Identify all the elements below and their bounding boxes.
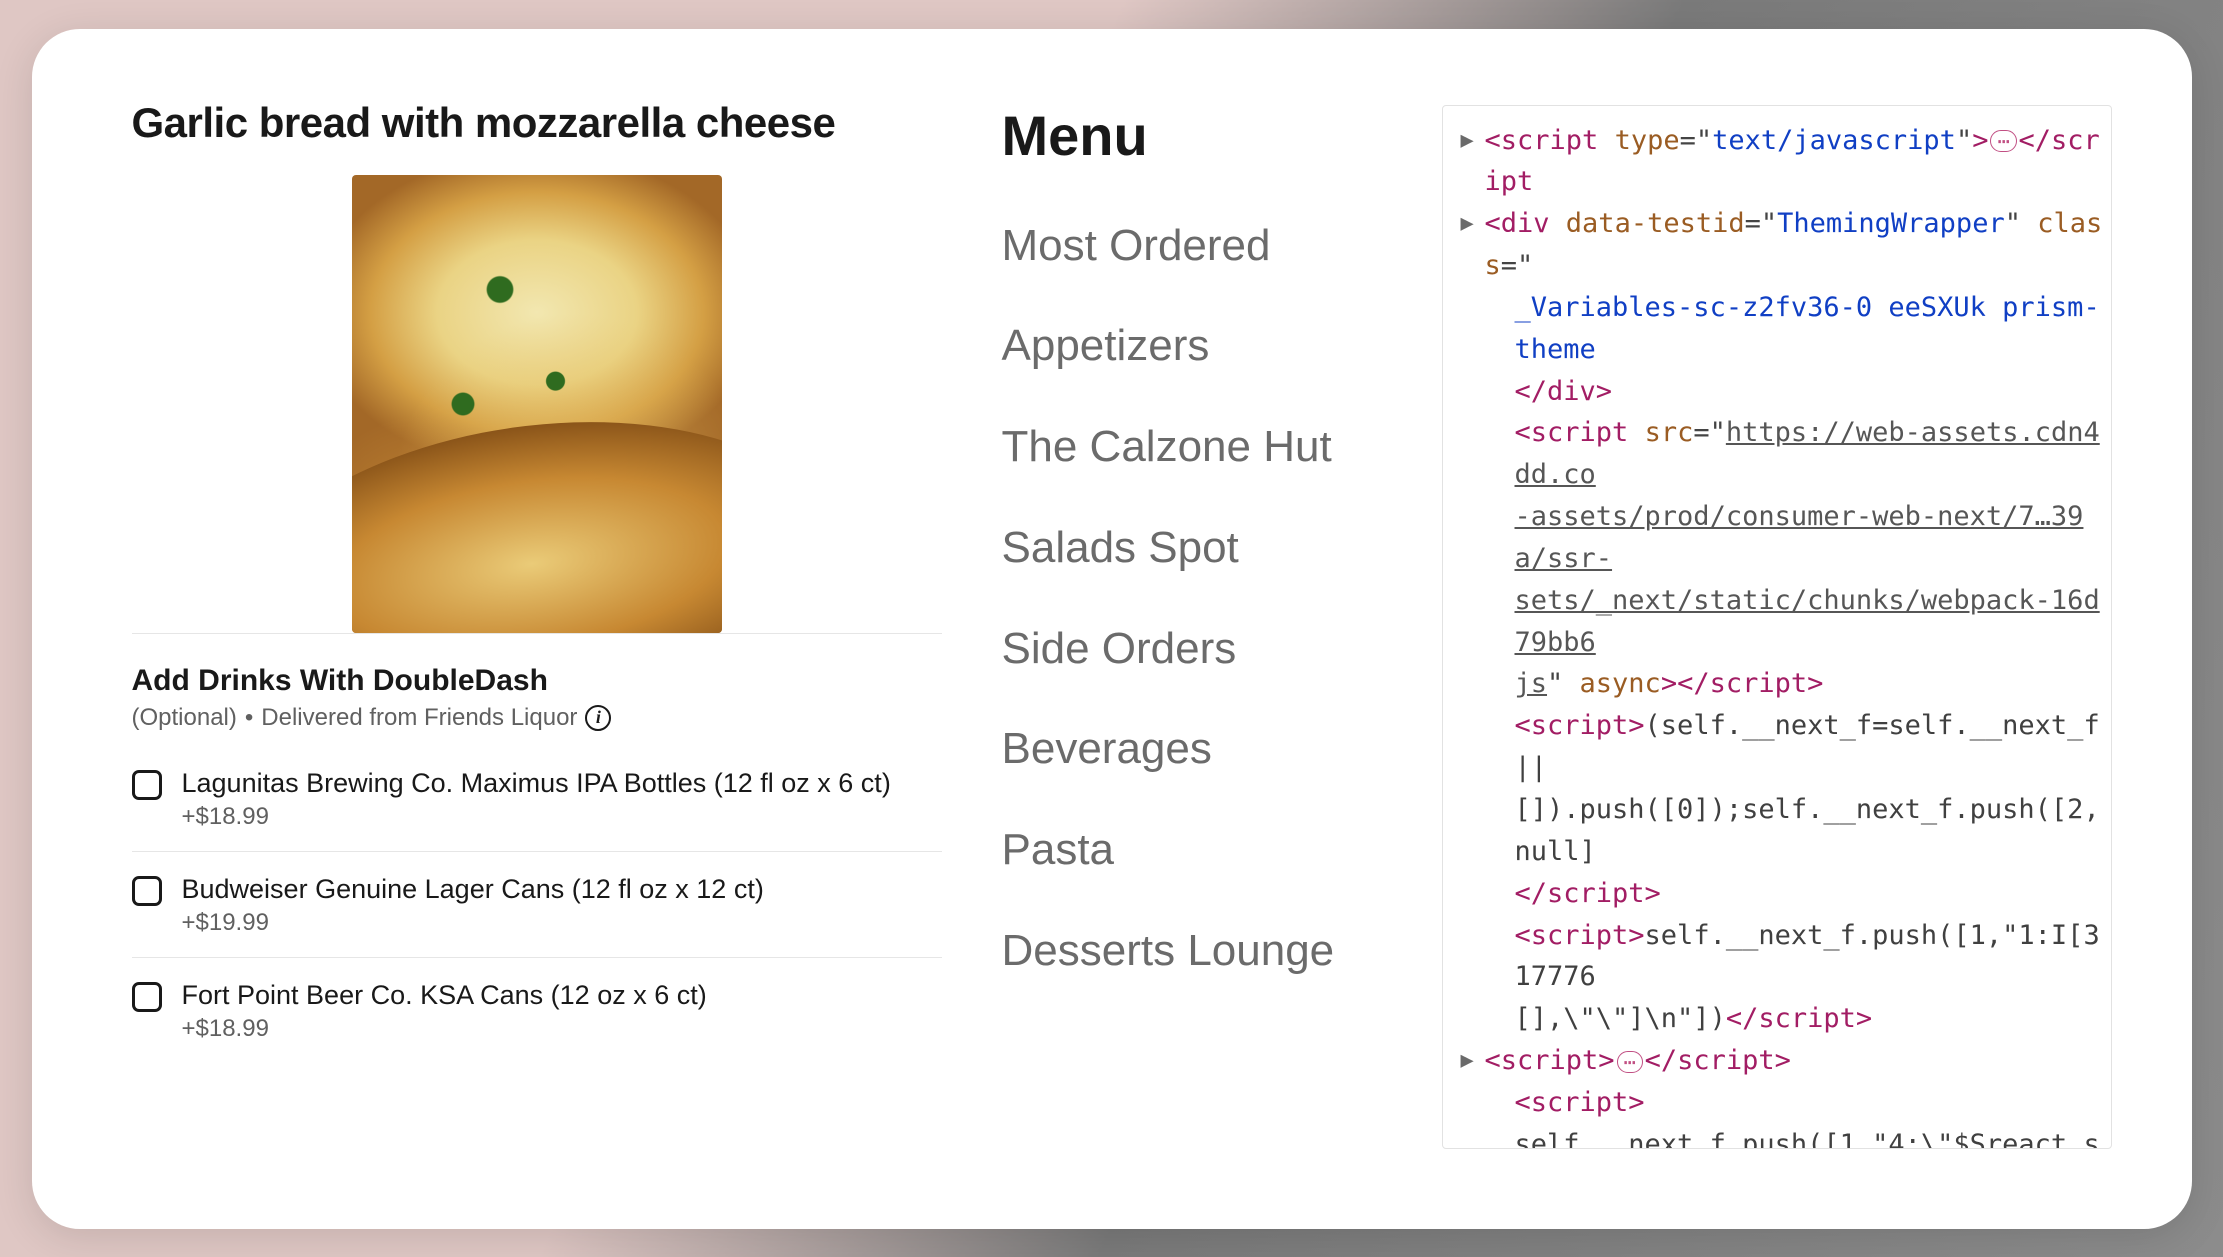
- code-line[interactable]: ▶-assets/prod/consumer-web-next/7…39a/ss…: [1443, 496, 2111, 580]
- code-line[interactable]: ▶<script>⋯</script>: [1443, 1040, 2111, 1082]
- addon-checkbox[interactable]: [132, 982, 162, 1012]
- code-content: self.__next_f.push([1,"4:\"$Sreact.suspe…: [1515, 1124, 2111, 1149]
- code-line[interactable]: ▶self.__next_f.push([1,"4:\"$Sreact.susp…: [1443, 1124, 2111, 1149]
- devtools-panel[interactable]: ▶<script type="text/javascript">⋯</scrip…: [1442, 105, 2112, 1149]
- code-content: []).push([0]);self.__next_f.push([2,null…: [1515, 789, 2111, 873]
- addon-name: Lagunitas Brewing Co. Maximus IPA Bottle…: [182, 766, 891, 801]
- code-content: <script>: [1515, 1082, 1645, 1124]
- code-content: <div data-testid="ThemingWrapper" class=…: [1485, 203, 2111, 287]
- menu-item[interactable]: Salads Spot: [1002, 498, 1382, 599]
- menu-heading: Menu: [1002, 103, 1382, 168]
- code-line[interactable]: ▶<script>(self.__next_f=self.__next_f||: [1443, 705, 2111, 789]
- expand-caret-icon[interactable]: ▶: [1461, 203, 1485, 241]
- presentation-card: Garlic bread with mozzarella cheese Add …: [32, 29, 2192, 1229]
- code-line[interactable]: ▶_Variables-sc-z2fv36-0 eeSXUk prism-the…: [1443, 287, 2111, 371]
- addon-name: Budweiser Genuine Lager Cans (12 fl oz x…: [182, 872, 764, 907]
- code-line[interactable]: ▶</div>: [1443, 371, 2111, 413]
- code-content: <script>⋯</script>: [1485, 1040, 1791, 1082]
- code-content: </div>: [1515, 371, 1613, 413]
- addons-subheading: (Optional) • Delivered from Friends Liqu…: [132, 704, 942, 732]
- addon-checkbox[interactable]: [132, 876, 162, 906]
- addon-checkbox[interactable]: [132, 770, 162, 800]
- addons-optional: (Optional): [132, 704, 237, 732]
- menu-item[interactable]: Desserts Lounge: [1002, 901, 1382, 1002]
- addons-section: Add Drinks With DoubleDash (Optional) • …: [132, 664, 942, 1063]
- menu-item[interactable]: Appetizers: [1002, 296, 1382, 397]
- addon-price: +$18.99: [182, 1015, 707, 1043]
- addon-price: +$19.99: [182, 909, 764, 937]
- addon-price: +$18.99: [182, 803, 891, 831]
- code-content: <script type="text/javascript">⋯</script: [1485, 120, 2111, 204]
- code-content: _Variables-sc-z2fv36-0 eeSXUk prism-them…: [1515, 287, 2111, 371]
- info-icon[interactable]: i: [585, 705, 611, 731]
- code-line[interactable]: ▶js" async></script>: [1443, 663, 2111, 705]
- code-line[interactable]: ▶<script>self.__next_f.push([1,"1:I[3177…: [1443, 915, 2111, 999]
- code-line[interactable]: ▶<script src="https://web-assets.cdn4dd.…: [1443, 412, 2111, 496]
- addons-delivered: Delivered from Friends Liquor: [261, 704, 577, 732]
- menu-panel: Menu Most Ordered Appetizers The Calzone…: [1002, 99, 1382, 1149]
- item-image: [352, 175, 722, 633]
- item-title: Garlic bread with mozzarella cheese: [132, 99, 942, 147]
- code-content: sets/_next/static/chunks/webpack-16d79bb…: [1515, 580, 2111, 664]
- addon-row: Lagunitas Brewing Co. Maximus IPA Bottle…: [132, 746, 942, 852]
- code-line[interactable]: ▶[],\"\"]\n"])</script>: [1443, 998, 2111, 1040]
- item-detail-panel: Garlic bread with mozzarella cheese Add …: [132, 99, 942, 1149]
- expand-caret-icon[interactable]: ▶: [1461, 1040, 1485, 1078]
- code-line[interactable]: ▶[]).push([0]);self.__next_f.push([2,nul…: [1443, 789, 2111, 873]
- code-content: -assets/prod/consumer-web-next/7…39a/ssr…: [1515, 496, 2111, 580]
- code-content: js" async></script>: [1515, 663, 1824, 705]
- code-line[interactable]: ▶<script>: [1443, 1082, 2111, 1124]
- code-content: <script>(self.__next_f=self.__next_f||: [1515, 705, 2111, 789]
- expand-caret-icon[interactable]: ▶: [1461, 120, 1485, 158]
- code-line[interactable]: ▶<div data-testid="ThemingWrapper" class…: [1443, 203, 2111, 287]
- addon-name: Fort Point Beer Co. KSA Cans (12 oz x 6 …: [182, 978, 707, 1013]
- menu-item[interactable]: Side Orders: [1002, 599, 1382, 700]
- menu-item[interactable]: Pasta: [1002, 800, 1382, 901]
- separator-dot: •: [245, 704, 253, 732]
- addon-row: Budweiser Genuine Lager Cans (12 fl oz x…: [132, 852, 942, 958]
- code-content: </script>: [1515, 873, 1661, 915]
- code-content: <script>self.__next_f.push([1,"1:I[31777…: [1515, 915, 2111, 999]
- item-image-wrap: [132, 175, 942, 634]
- menu-item[interactable]: Most Ordered: [1002, 196, 1382, 297]
- menu-item[interactable]: The Calzone Hut: [1002, 397, 1382, 498]
- code-line[interactable]: ▶sets/_next/static/chunks/webpack-16d79b…: [1443, 580, 2111, 664]
- menu-item[interactable]: Beverages: [1002, 699, 1382, 800]
- code-content: [],\"\"]\n"])</script>: [1515, 998, 1873, 1040]
- code-line[interactable]: ▶</script>: [1443, 873, 2111, 915]
- addon-row: Fort Point Beer Co. KSA Cans (12 oz x 6 …: [132, 958, 942, 1063]
- code-line[interactable]: ▶<script type="text/javascript">⋯</scrip…: [1443, 120, 2111, 204]
- addons-heading: Add Drinks With DoubleDash: [132, 664, 942, 698]
- code-content: <script src="https://web-assets.cdn4dd.c…: [1515, 412, 2111, 496]
